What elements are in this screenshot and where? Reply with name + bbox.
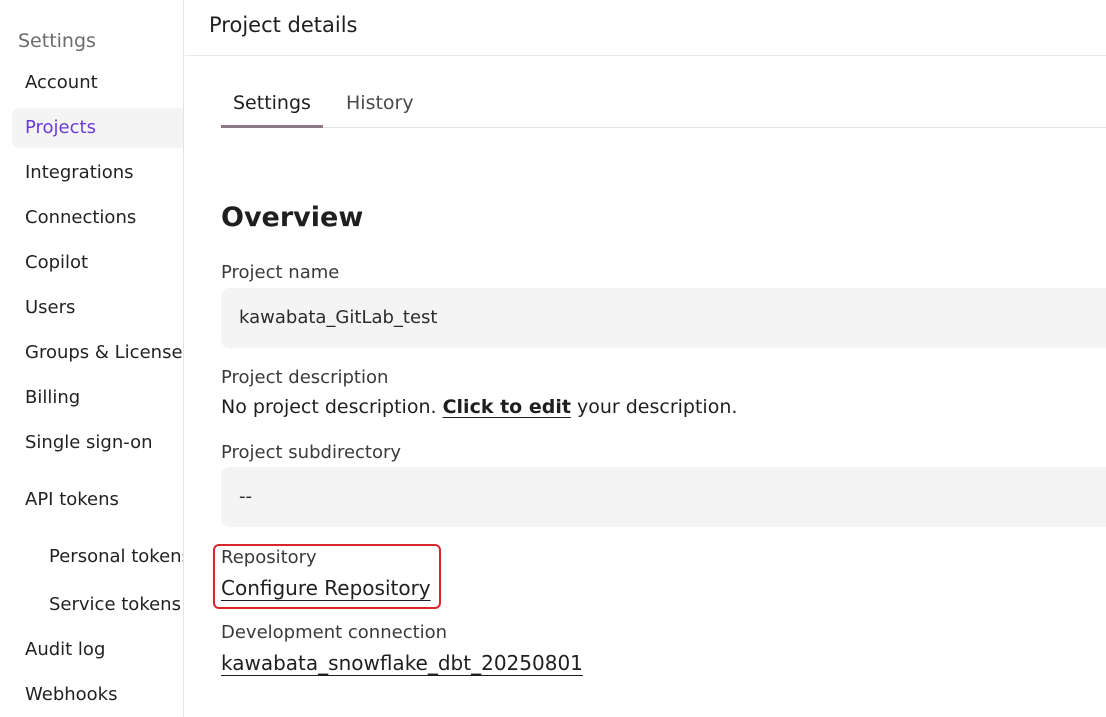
description-prefix: No project description. xyxy=(221,396,443,418)
sidebar-item-projects[interactable]: Projects xyxy=(12,108,183,148)
sidebar-heading: Settings xyxy=(18,30,96,52)
configure-repository-link[interactable]: Configure Repository xyxy=(221,576,431,600)
sidebar-item-copilot[interactable]: Copilot xyxy=(12,243,183,283)
sidebar-item-api-tokens[interactable]: API tokens xyxy=(12,480,183,520)
click-to-edit-link[interactable]: Click to edit xyxy=(443,396,571,418)
tab-bar: Settings History xyxy=(221,84,1106,128)
project-subdirectory-field[interactable]: -- xyxy=(221,467,1106,527)
sidebar-item-integrations[interactable]: Integrations xyxy=(12,153,183,193)
page-title: Project details xyxy=(209,13,358,37)
project-subdirectory-label: Project subdirectory xyxy=(221,442,402,463)
sidebar-item-service-tokens[interactable]: Service tokens xyxy=(12,585,183,625)
repository-label: Repository xyxy=(221,547,317,568)
settings-sidebar: Settings Account Projects Integrations C… xyxy=(0,0,184,717)
project-description-label: Project description xyxy=(221,367,389,388)
page-header: Project details xyxy=(185,0,1106,56)
sidebar-item-account[interactable]: Account xyxy=(12,63,183,103)
sidebar-item-users[interactable]: Users xyxy=(12,288,183,328)
development-connection-label: Development connection xyxy=(221,622,448,643)
overview-heading: Overview xyxy=(221,202,364,233)
development-connection-link[interactable]: kawabata_snowflake_dbt_20250801 xyxy=(221,651,583,675)
sidebar-item-personal-tokens[interactable]: Personal tokens xyxy=(12,537,183,577)
sidebar-item-audit-log[interactable]: Audit log xyxy=(12,630,183,670)
project-name-label: Project name xyxy=(221,262,340,283)
tab-settings[interactable]: Settings xyxy=(221,92,323,128)
sidebar-item-single-sign-on[interactable]: Single sign-on xyxy=(12,423,183,463)
description-suffix: your description. xyxy=(570,396,738,418)
sidebar-item-groups-licenses[interactable]: Groups & Licenses xyxy=(12,333,183,373)
project-description-text: No project description. Click to edit yo… xyxy=(221,396,737,418)
sidebar-item-billing[interactable]: Billing xyxy=(12,378,183,418)
project-name-field[interactable]: kawabata_GitLab_test xyxy=(221,288,1106,348)
sidebar-item-webhooks[interactable]: Webhooks xyxy=(12,675,183,715)
sidebar-item-connections[interactable]: Connections xyxy=(12,198,183,238)
tab-history[interactable]: History xyxy=(346,92,414,128)
